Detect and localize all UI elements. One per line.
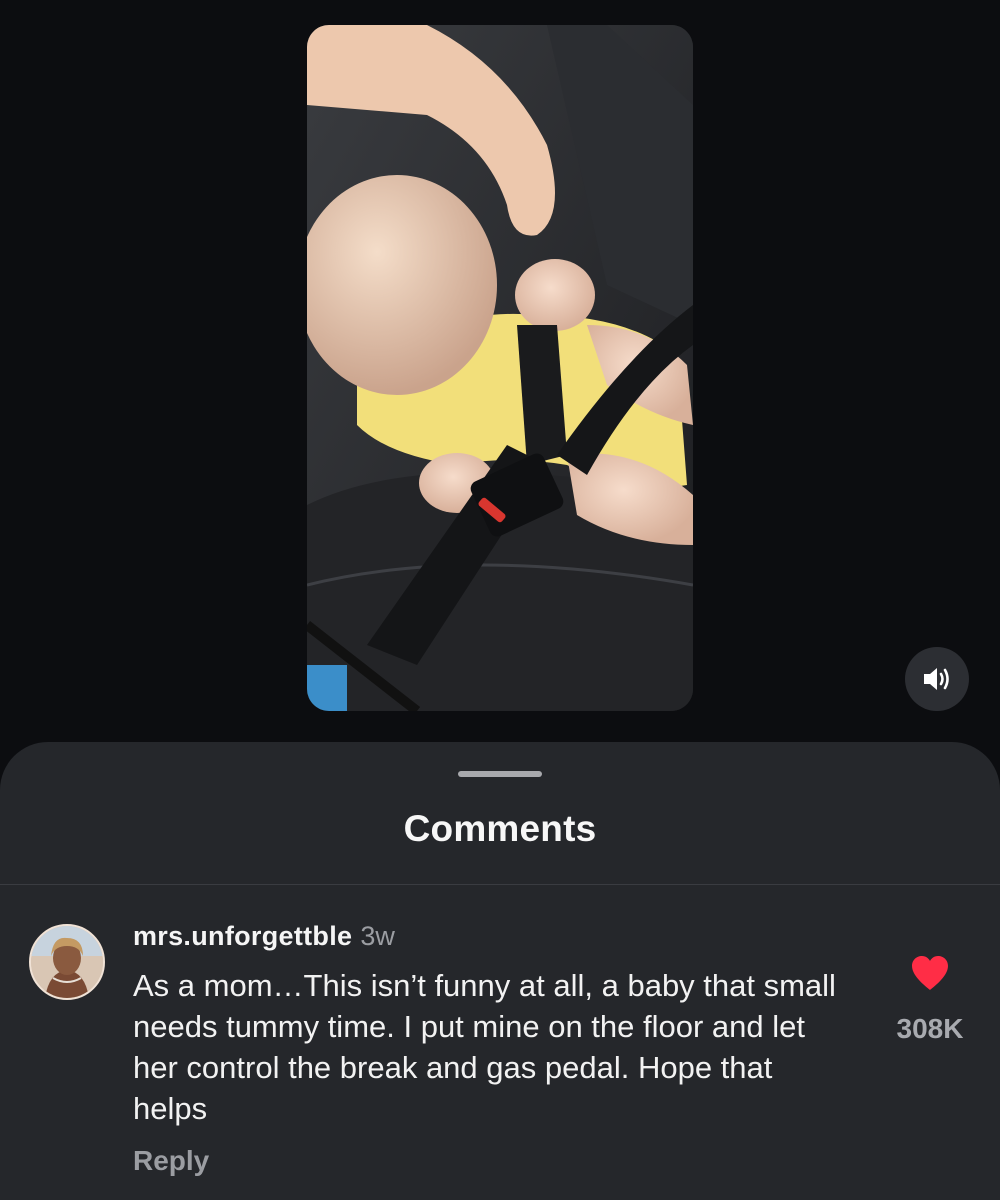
comment-text: As a mom…This isn’t funny at all, a baby… (133, 968, 836, 1126)
comment-item: mrs.unforgettble 3w As a mom…This isn’t f… (0, 885, 1000, 1200)
avatar-image (31, 926, 103, 998)
username[interactable]: mrs.unforgettble (133, 921, 352, 951)
speaker-volume-icon (924, 668, 949, 690)
like-group: 308K (880, 955, 980, 1045)
sheet-title: Comments (403, 808, 597, 849)
volume-button[interactable] (905, 647, 969, 711)
heart-icon[interactable] (910, 955, 950, 991)
sheet-drag-handle[interactable] (458, 771, 542, 777)
comment-header: mrs.unforgettble 3w (133, 921, 395, 952)
like-count: 308K (896, 1013, 964, 1044)
reply-button[interactable]: Reply (133, 1145, 209, 1177)
app-screen: Comments mrs.unforgettble 3w As a mom…Thi… (0, 0, 1000, 1200)
video-frame (307, 25, 693, 711)
comments-sheet: Comments mrs.unforgettble 3w As a mom…Thi… (0, 742, 1000, 1200)
comment-timestamp: 3w (360, 921, 395, 951)
video-player[interactable] (307, 25, 693, 711)
avatar[interactable] (29, 924, 105, 1000)
